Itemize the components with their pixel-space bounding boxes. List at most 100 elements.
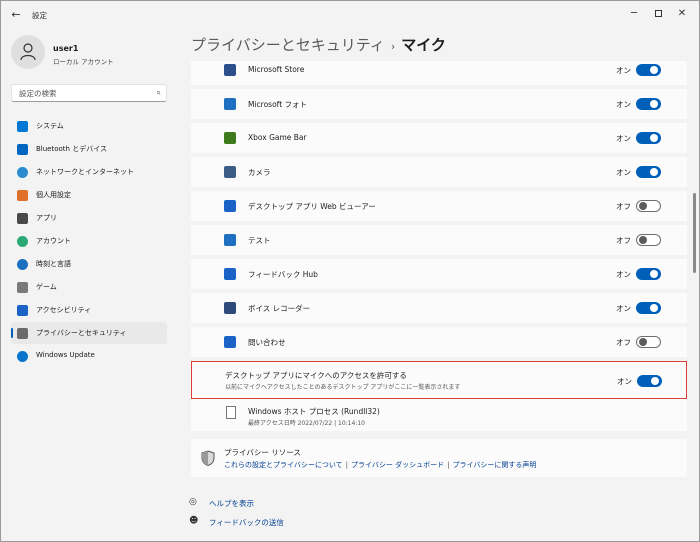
toggle-state-label: オン bbox=[616, 100, 631, 109]
xbox-icon bbox=[224, 132, 236, 144]
sidebar-nav: システム Bluetooth とデバイスネットワークとインターネット 個人用設定アプ… bbox=[11, 115, 167, 368]
update-icon bbox=[17, 351, 28, 362]
sidebar-item[interactable]: Bluetooth とデバイス bbox=[11, 138, 167, 160]
app-permission-row: ボイス レコーダー オン bbox=[191, 293, 687, 325]
sidebar-item[interactable]: プライバシーとセキュリティ bbox=[11, 322, 167, 344]
app-mic-toggle[interactable] bbox=[636, 98, 661, 110]
app-name: Xbox Game Bar bbox=[248, 133, 307, 142]
sidebar-item-label: プライバシーとセキュリティ bbox=[36, 329, 127, 337]
toggle-state-label: オン bbox=[616, 66, 631, 75]
search-icon[interactable]: ⌕ bbox=[156, 88, 160, 98]
feedback-label[interactable]: フィードバックの送信 bbox=[209, 517, 284, 528]
app-mic-toggle[interactable] bbox=[636, 234, 661, 246]
shield-icon bbox=[201, 450, 215, 466]
sidebar-item[interactable]: 時刻と言語 bbox=[11, 253, 167, 275]
window-title: 設定 bbox=[32, 11, 47, 20]
feedback-icon bbox=[224, 268, 236, 280]
search-box[interactable]: ⌕ bbox=[11, 84, 167, 102]
sidebar-item[interactable]: ゲーム bbox=[11, 276, 167, 298]
gamepad-icon bbox=[17, 282, 28, 293]
globe-clock-icon bbox=[17, 259, 28, 270]
sidebar-item[interactable]: Windows Update bbox=[11, 345, 167, 367]
scrollbar-thumb[interactable] bbox=[693, 193, 696, 273]
toggle-state-label: オン bbox=[616, 304, 631, 313]
app-name: デスクトップ アプリ Web ビューアー bbox=[248, 202, 376, 211]
store-icon bbox=[224, 64, 236, 76]
calculator-icon bbox=[224, 234, 236, 246]
app-mic-toggle[interactable] bbox=[636, 64, 661, 76]
sidebar-item[interactable]: ネットワークとインターネット bbox=[11, 161, 167, 183]
app-mic-toggle[interactable] bbox=[636, 336, 661, 348]
breadcrumb-separator: › bbox=[390, 40, 396, 53]
sidebar-item-label: Bluetooth とデバイス bbox=[36, 145, 107, 153]
desktop-access-subtitle: 以前にマイクへアクセスしたことのあるデスクトップ アプリがここに一覧表示されます bbox=[225, 384, 461, 391]
app-permission-row: Xbox Game Bar オン bbox=[191, 123, 687, 155]
toggle-state-label: オン bbox=[616, 134, 631, 143]
desktop-apps-access-row: デスクトップ アプリにマイクへのアクセスを許可する 以前にマイクへアクセスしたこ… bbox=[191, 361, 687, 399]
privacy-links: これらの設定とプライバシーについて | プライバシー ダッシュボード | プライバシーに… bbox=[224, 461, 537, 469]
accessibility-icon bbox=[17, 305, 28, 316]
privacy-statement-link[interactable]: プライバシーに関する声明 bbox=[452, 461, 536, 469]
shield-icon bbox=[17, 328, 28, 339]
title-bar: ← 設定 ─ ✕ bbox=[1, 1, 699, 29]
sidebar-item[interactable]: アクセシビリティ bbox=[11, 299, 167, 321]
avatar bbox=[11, 35, 45, 69]
app-name: Microsoft フォト bbox=[248, 100, 308, 109]
back-button[interactable]: ← bbox=[7, 7, 25, 23]
privacy-settings-link[interactable]: これらの設定とプライバシーについて bbox=[224, 461, 343, 469]
monitor-icon bbox=[17, 121, 28, 132]
sidebar-item[interactable]: システム bbox=[11, 115, 167, 137]
sidebar-item[interactable]: 個人用設定 bbox=[11, 184, 167, 206]
sidebar-item-label: ゲーム bbox=[36, 283, 57, 291]
app-mic-toggle[interactable] bbox=[636, 166, 661, 178]
app-permission-row: Microsoft フォト オン bbox=[191, 89, 687, 121]
app-mic-toggle[interactable] bbox=[636, 268, 661, 280]
close-button[interactable]: ✕ bbox=[671, 5, 693, 23]
photos-icon bbox=[224, 98, 236, 110]
sidebar-item-label: アプリ bbox=[36, 214, 57, 222]
sidebar-item[interactable]: アプリ bbox=[11, 207, 167, 229]
app-name: 問い合わせ bbox=[248, 338, 286, 347]
toggle-state-label: オフ bbox=[616, 338, 631, 347]
app-name: Microsoft Store bbox=[248, 65, 305, 74]
minimize-button[interactable]: ─ bbox=[623, 5, 645, 23]
help-icon bbox=[224, 336, 236, 348]
user-name: user1 bbox=[53, 44, 79, 53]
app-permission-row: デスクトップ アプリ Web ビューアー オフ bbox=[191, 191, 687, 223]
sidebar-item-label: 時刻と言語 bbox=[36, 260, 71, 268]
app-permission-row: カメラ オン bbox=[191, 157, 687, 189]
app-mic-toggle[interactable] bbox=[636, 200, 661, 212]
sidebar-item-label: Windows Update bbox=[36, 351, 95, 359]
app-mic-toggle[interactable] bbox=[636, 302, 661, 314]
user-profile[interactable]: user1 ローカル アカウント bbox=[11, 35, 181, 73]
feedback-link[interactable]: ☻ フィードバックの送信 bbox=[189, 516, 339, 530]
recorder-icon bbox=[224, 302, 236, 314]
sidebar-item-label: アクセシビリティ bbox=[36, 306, 92, 314]
app-name: カメラ bbox=[248, 168, 271, 177]
toggle-state-label: オン bbox=[616, 168, 631, 177]
settings-window: ← 設定 ─ ✕ user1 ローカル アカウント ⌕ システム Bluetoot… bbox=[0, 0, 700, 542]
app-permission-row: フィードバック Hub オン bbox=[191, 259, 687, 291]
sidebar-item[interactable]: アカウント bbox=[11, 230, 167, 252]
app-permission-row: テスト オフ bbox=[191, 225, 687, 257]
privacy-dashboard-link[interactable]: プライバシー ダッシュボード bbox=[351, 461, 444, 469]
host-process-row: Windows ホスト プロセス (Rundll32) 最終アクセス日時 202… bbox=[191, 399, 687, 431]
breadcrumb-parent[interactable]: プライバシーとセキュリティ bbox=[191, 36, 385, 54]
apps-icon bbox=[17, 213, 28, 224]
app-permission-row: Microsoft Store オン bbox=[191, 61, 687, 87]
page-title: プライバシーとセキュリティ › マイク bbox=[191, 34, 446, 55]
help-chat-icon: ◎ bbox=[189, 497, 197, 507]
help-label[interactable]: ヘルプを表示 bbox=[209, 498, 254, 509]
app-name: ボイス レコーダー bbox=[248, 304, 311, 313]
breadcrumb-current: マイク bbox=[401, 36, 446, 54]
app-mic-toggle[interactable] bbox=[636, 132, 661, 144]
maximize-button[interactable] bbox=[647, 5, 669, 23]
feedback-person-icon: ☻ bbox=[189, 516, 199, 526]
search-input[interactable] bbox=[19, 89, 149, 98]
help-link[interactable]: ◎ ヘルプを表示 bbox=[189, 497, 339, 511]
wifi-icon bbox=[17, 167, 28, 178]
toggle-state-label: オン bbox=[616, 270, 631, 279]
toggle-state-label: オフ bbox=[616, 236, 631, 245]
camera-icon bbox=[224, 166, 236, 178]
desktop-access-toggle[interactable] bbox=[637, 375, 662, 387]
